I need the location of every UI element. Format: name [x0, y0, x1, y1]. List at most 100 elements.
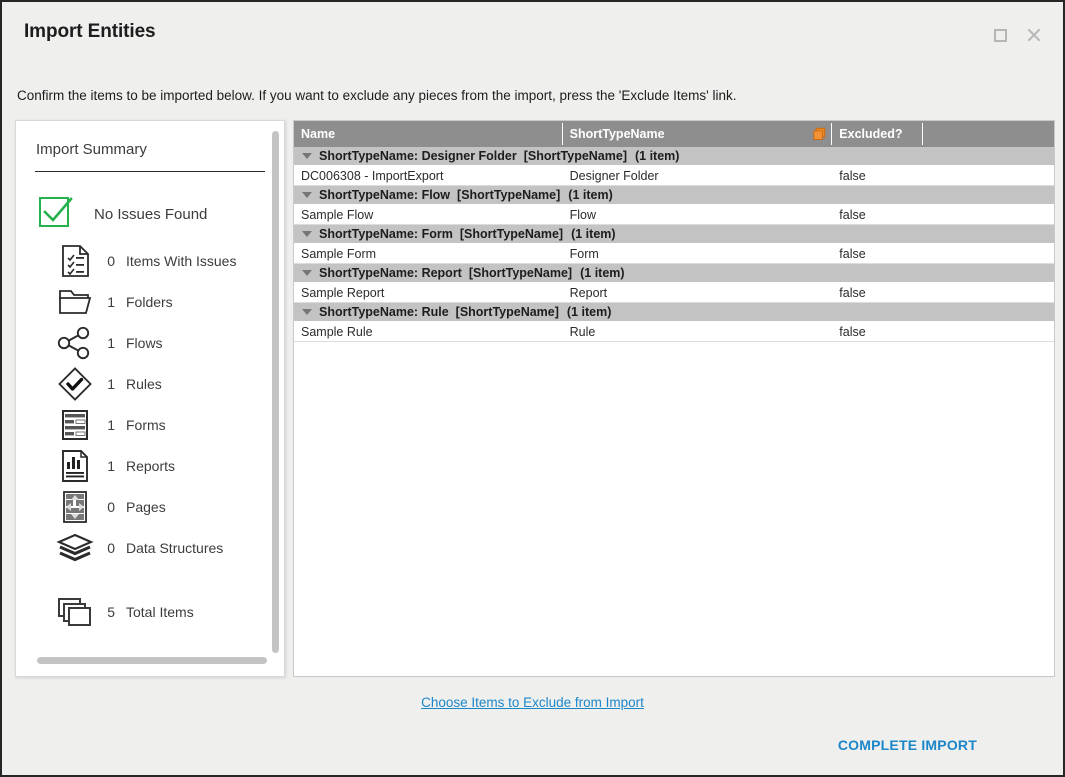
group-count: (1 item) [568, 188, 613, 202]
status-badge: No Issues Found [94, 206, 208, 223]
stat-label: Total Items [126, 603, 194, 620]
share-nodes-icon [52, 326, 98, 360]
choose-items-to-exclude-label: Choose Items to Exclude from Import [421, 695, 644, 710]
stat-row-reports: 1 Reports [16, 445, 284, 486]
stat-row-total-items: 5 Total Items [16, 591, 284, 632]
grid-header-row: Name ShortTypeName Excluded? [294, 121, 1054, 147]
import-items-grid: Name ShortTypeName Excluded? ShortTypeNa… [293, 120, 1055, 677]
group-label: ShortTypeName: Report [319, 266, 462, 280]
stat-count: 1 [107, 457, 115, 474]
chevron-down-icon [302, 309, 312, 315]
grid-group-header[interactable]: ShortTypeName: Rule [ShortTypeName] (1 i… [294, 303, 1054, 322]
folder-icon [52, 287, 98, 317]
stat-count: 1 [107, 375, 115, 392]
stat-row-forms: 1 Forms [16, 404, 284, 445]
window-controls [989, 24, 1045, 46]
checklist-document-icon [52, 244, 98, 278]
instruction-text: Confirm the items to be imported below. … [17, 88, 737, 103]
chevron-down-icon [302, 231, 312, 237]
group-label: ShortTypeName: Designer Folder [319, 149, 517, 163]
layers-stack-icon [52, 533, 98, 563]
stat-label: Rules [126, 375, 162, 392]
stat-label: Forms [126, 416, 166, 433]
cell-excluded: false [839, 285, 866, 300]
group-label: ShortTypeName: Rule [319, 305, 449, 319]
column-header-name[interactable]: Name [294, 121, 563, 147]
close-button[interactable] [1023, 24, 1045, 46]
group-field: [ShortTypeName] [455, 305, 559, 319]
table-row[interactable]: Sample Rule Rule false [294, 322, 1054, 342]
cell-name: Sample Flow [301, 207, 374, 222]
group-count: (1 item) [566, 305, 612, 319]
column-header-blank[interactable] [923, 121, 1054, 147]
chevron-down-icon [302, 270, 312, 276]
stat-count: 1 [107, 334, 115, 351]
group-field: [ShortTypeName] [457, 188, 561, 202]
orange-copy-icon[interactable] [813, 127, 826, 141]
choose-items-to-exclude-link[interactable]: Choose Items to Exclude from Import [2, 695, 1063, 710]
summary-divider [35, 171, 265, 172]
table-row[interactable]: Sample Flow Flow false [294, 205, 1054, 225]
stat-count: 1 [107, 293, 115, 310]
stat-label: Flows [126, 334, 163, 351]
grid-group-header[interactable]: ShortTypeName: Form [ShortTypeName] (1 i… [294, 225, 1054, 244]
group-label: ShortTypeName: Form [319, 227, 453, 241]
stat-label: Data Structures [126, 539, 224, 556]
column-header-label: Name [301, 127, 336, 141]
page-layout-icon [52, 490, 98, 524]
cell-shorttypename: Rule [569, 324, 596, 339]
stat-label: Folders [126, 293, 173, 310]
stat-row-items-with-issues: 0 Items With Issues [16, 240, 284, 281]
stat-count: 0 [107, 539, 115, 556]
cell-shorttypename: Form [569, 246, 599, 261]
table-row[interactable]: Sample Form Form false [294, 244, 1054, 264]
summary-stats-list: 0 Items With Issues 1 Folders 1 Flows 1 … [16, 240, 284, 632]
import-entities-dialog: Import Entities Confirm the items to be … [0, 0, 1065, 777]
group-label: ShortTypeName: Flow [319, 188, 451, 202]
no-issues-status: No Issues Found [38, 194, 207, 235]
stat-row-data-structures: 0 Data Structures [16, 527, 284, 568]
stacked-cards-icon [52, 596, 98, 628]
maximize-button[interactable] [989, 24, 1011, 46]
complete-import-button[interactable]: COMPLETE IMPORT [838, 737, 977, 753]
group-count: (1 item) [635, 149, 680, 163]
column-header-label: Excluded? [839, 127, 903, 141]
grid-group-header[interactable]: ShortTypeName: Designer Folder [ShortTyp… [294, 147, 1054, 166]
stat-label: Pages [126, 498, 166, 515]
stat-count: 0 [107, 252, 115, 269]
summary-horizontal-scrollbar[interactable] [37, 657, 267, 664]
chevron-down-icon [302, 192, 312, 198]
stat-row-folders: 1 Folders [16, 281, 284, 322]
stat-row-rules: 1 Rules [16, 363, 284, 404]
page-title: Import Entities [24, 21, 156, 42]
summary-vertical-scrollbar[interactable] [272, 131, 279, 653]
chevron-down-icon [302, 153, 312, 159]
table-row[interactable]: DC006308 - ImportExport Designer Folder … [294, 166, 1054, 186]
grid-group-header[interactable]: ShortTypeName: Report [ShortTypeName] (1… [294, 264, 1054, 283]
maximize-icon [993, 28, 1007, 42]
stat-count: 1 [107, 416, 115, 433]
column-header-excluded[interactable]: Excluded? [832, 121, 924, 147]
table-row[interactable]: Sample Report Report false [294, 283, 1054, 303]
close-icon [1026, 27, 1042, 43]
group-field: [ShortTypeName] [459, 227, 564, 241]
cell-excluded: false [839, 246, 866, 261]
group-count: (1 item) [571, 227, 616, 241]
summary-title: Import Summary [36, 141, 147, 158]
cell-excluded: false [839, 168, 866, 183]
group-count: (1 item) [580, 266, 625, 280]
import-summary-panel: Import Summary No Issues Found 0 Items W… [15, 120, 285, 677]
cell-name: Sample Form [301, 246, 377, 261]
diamond-check-icon [52, 366, 98, 401]
column-header-shorttypename[interactable]: ShortTypeName [563, 121, 833, 147]
stat-count: 0 [107, 498, 115, 515]
cell-name: Sample Rule [301, 324, 373, 339]
cell-name: DC006308 - ImportExport [301, 168, 444, 183]
stat-row-flows: 1 Flows [16, 322, 284, 363]
cell-excluded: false [839, 324, 866, 339]
cell-name: Sample Report [301, 285, 385, 300]
cell-excluded: false [839, 207, 866, 222]
grid-group-header[interactable]: ShortTypeName: Flow [ShortTypeName] (1 i… [294, 186, 1054, 205]
stat-row-pages: 0 Pages [16, 486, 284, 527]
stat-label: Reports [126, 457, 176, 474]
